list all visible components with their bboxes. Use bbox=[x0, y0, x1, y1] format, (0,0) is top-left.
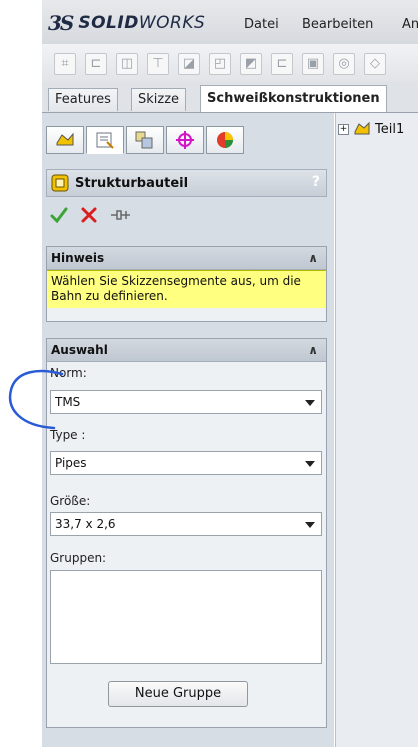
structural-member-icon bbox=[51, 174, 69, 192]
collapse-chevron-icon[interactable]: ∧ bbox=[308, 339, 318, 361]
manager-tabs bbox=[46, 126, 244, 156]
groups-list[interactable] bbox=[50, 570, 322, 664]
fillet-icon[interactable]: ◩ bbox=[240, 53, 262, 75]
hint-message: Wählen Sie Skizzensegmente aus, um die B… bbox=[47, 270, 326, 308]
tab-schweisskonstruktionen[interactable]: Schweißkonstruktionen bbox=[200, 85, 387, 112]
dimxpert-manager-tab[interactable] bbox=[166, 126, 204, 154]
size-label: Größe: bbox=[50, 494, 91, 508]
collapse-chevron-icon[interactable]: ∧ bbox=[308, 247, 318, 269]
cut-icon[interactable]: ▣ bbox=[302, 53, 324, 75]
feature-manager-tab[interactable] bbox=[46, 126, 84, 154]
hint-group: Hinweis ∧ Wählen Sie Skizzensegmente aus… bbox=[46, 246, 327, 322]
dropdown-arrow-icon bbox=[305, 522, 315, 528]
tab-skizze[interactable]: Skizze bbox=[131, 88, 187, 111]
selection-group-title: Auswahl bbox=[51, 343, 108, 357]
hole-icon[interactable]: ◎ bbox=[333, 53, 355, 75]
chamfer-icon[interactable]: ◇ bbox=[364, 53, 386, 75]
feature-manager-icon bbox=[56, 132, 74, 146]
menu-datei[interactable]: Datei bbox=[244, 17, 279, 32]
sketch-3d-icon[interactable]: ⌗ bbox=[54, 53, 76, 75]
command-toolbar: ⌗ ⊏ ◫ ⊤ ◪ ◰ ◩ ⊏ ▣ ◎ ◇ bbox=[42, 44, 418, 83]
property-manager-title: Strukturbauteil ? bbox=[46, 169, 327, 197]
page-title: Strukturbauteil bbox=[75, 175, 189, 191]
configuration-manager-tab[interactable] bbox=[126, 126, 164, 154]
configuration-manager-icon bbox=[135, 131, 153, 149]
action-buttons bbox=[50, 204, 132, 226]
ok-check-icon[interactable] bbox=[50, 206, 68, 224]
gusset-icon[interactable]: ◪ bbox=[178, 53, 200, 75]
extrude-icon[interactable]: ⊏ bbox=[271, 53, 293, 75]
type-select[interactable]: Pipes bbox=[50, 451, 322, 475]
feature-tree-root[interactable]: + Teil1 bbox=[338, 121, 404, 137]
display-manager-tab[interactable] bbox=[206, 126, 244, 154]
new-group-button[interactable]: Neue Gruppe bbox=[108, 681, 248, 707]
property-manager-icon bbox=[96, 132, 114, 149]
handwritten-bracket-annotation bbox=[8, 369, 64, 430]
size-select-value: 33,7 x 2,6 bbox=[55, 517, 116, 531]
size-select[interactable]: 33,7 x 2,6 bbox=[50, 512, 322, 536]
dropdown-arrow-icon bbox=[305, 461, 315, 467]
trim-extend-icon[interactable]: ◫ bbox=[116, 53, 138, 75]
graphics-area[interactable] bbox=[335, 113, 418, 747]
menu-bearbeiten[interactable]: Bearbeiten bbox=[302, 17, 373, 32]
logo-prefix: 3S bbox=[48, 11, 74, 35]
display-manager-icon bbox=[217, 132, 233, 148]
hint-group-title: Hinweis bbox=[51, 251, 105, 265]
groups-label: Gruppen: bbox=[50, 551, 107, 565]
tab-features[interactable]: Features bbox=[48, 88, 118, 111]
cancel-x-icon[interactable] bbox=[80, 206, 98, 224]
pushpin-icon[interactable] bbox=[110, 206, 132, 224]
command-tab-bar: Features Skizze Schweißkonstruktionen bbox=[42, 82, 418, 113]
menu-ansicht[interactable]: An bbox=[402, 17, 418, 32]
feature-tree-root-label: Teil1 bbox=[375, 121, 405, 137]
help-icon[interactable]: ? bbox=[312, 174, 320, 190]
logo-name: SOLIDWORKS bbox=[78, 13, 206, 33]
type-select-value: Pipes bbox=[55, 456, 87, 470]
dimxpert-icon bbox=[176, 131, 194, 149]
selection-group-header[interactable]: Auswahl ∧ bbox=[47, 339, 326, 362]
norm-select[interactable]: TMS bbox=[50, 390, 322, 414]
structural-member-icon[interactable]: ⊏ bbox=[85, 53, 107, 75]
part-icon bbox=[354, 121, 370, 135]
solidworks-logo: 3S SOLIDWORKS bbox=[48, 10, 205, 36]
dropdown-arrow-icon bbox=[305, 400, 315, 406]
end-cap-icon[interactable]: ⊤ bbox=[147, 53, 169, 75]
hint-group-header[interactable]: Hinweis ∧ bbox=[47, 247, 326, 270]
weld-bead-icon[interactable]: ◰ bbox=[209, 53, 231, 75]
expand-plus-icon[interactable]: + bbox=[338, 123, 349, 135]
property-manager-tab[interactable] bbox=[86, 126, 124, 154]
